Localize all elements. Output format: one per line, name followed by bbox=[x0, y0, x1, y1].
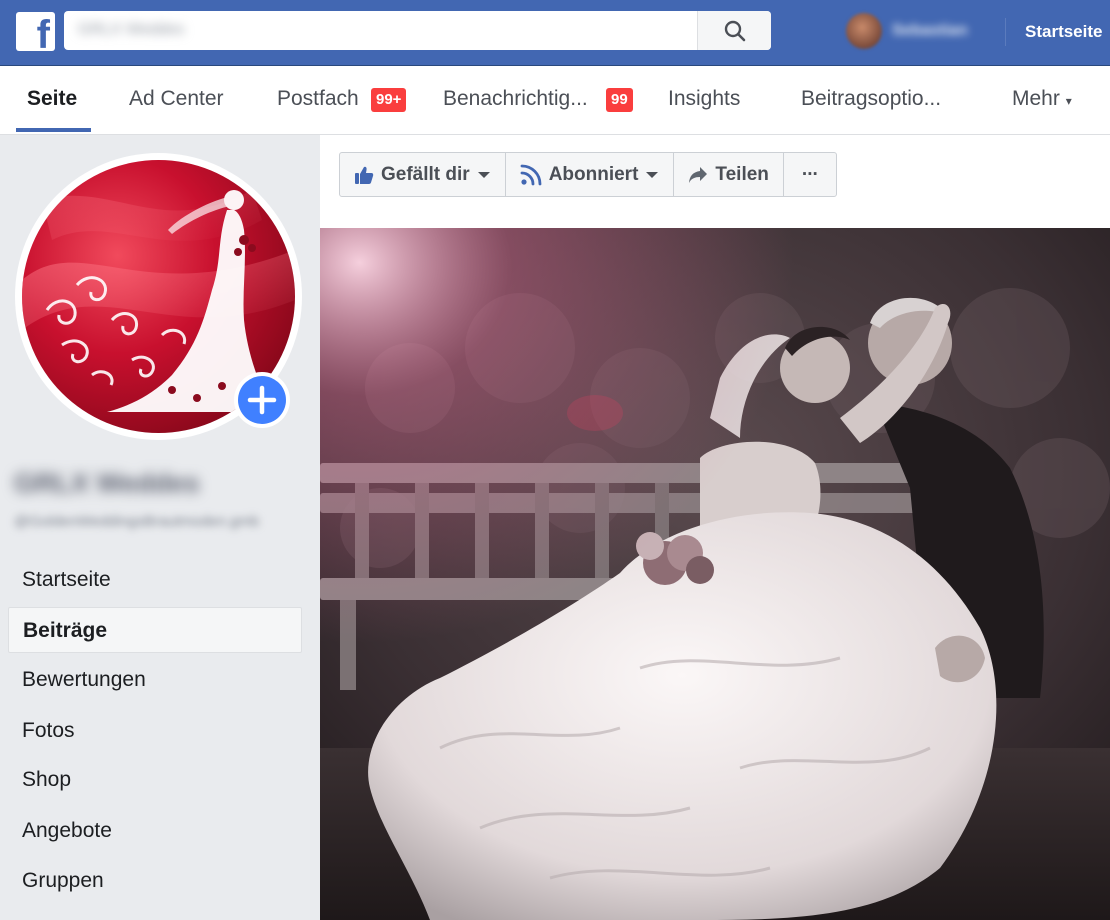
left-sidebar: GRLX Weddes @GoldenWeddingsBrautmoden.gm… bbox=[0, 135, 320, 920]
share-arrow-icon bbox=[689, 166, 708, 183]
tab-insights[interactable]: Insights bbox=[668, 87, 740, 111]
user-name-link[interactable]: Sebastian bbox=[892, 22, 968, 40]
caret-down-icon bbox=[477, 171, 490, 178]
cover-photo[interactable] bbox=[320, 228, 1110, 920]
page-action-bar: Gefällt dir Abonniert Teilen ··· bbox=[339, 152, 837, 197]
tab-seite[interactable]: Seite bbox=[27, 87, 77, 111]
sidebar-item-bewertungen[interactable]: Bewertungen bbox=[8, 657, 302, 703]
caret-down-icon bbox=[646, 171, 659, 178]
home-link[interactable]: Startseite bbox=[1025, 22, 1102, 42]
tab-notifications[interactable]: Benachrichtig... bbox=[443, 87, 588, 111]
rss-icon bbox=[520, 164, 542, 185]
sidebar-item-shop[interactable]: Shop bbox=[8, 757, 302, 803]
follow-button[interactable]: Abonniert bbox=[506, 153, 675, 196]
thumbs-up-icon bbox=[355, 166, 374, 184]
more-dots-icon: ··· bbox=[801, 163, 819, 185]
search-bar[interactable]: GRLX Weddes bbox=[64, 11, 771, 50]
divider bbox=[1005, 18, 1006, 46]
user-avatar[interactable] bbox=[846, 13, 882, 49]
sidebar-item-beitraege[interactable]: Beiträge bbox=[8, 607, 302, 653]
page-title: GRLX Weddes bbox=[14, 468, 200, 498]
main-content: Gefällt dir Abonniert Teilen ··· bbox=[320, 135, 1110, 920]
active-tab-indicator bbox=[16, 128, 91, 132]
search-input[interactable]: GRLX Weddes bbox=[78, 21, 228, 39]
sidebar-item-gruppen[interactable]: Gruppen bbox=[8, 858, 302, 904]
like-button-label: Gefällt dir bbox=[381, 163, 470, 185]
search-button[interactable] bbox=[697, 11, 771, 50]
update-photo-button[interactable] bbox=[234, 372, 290, 428]
sidebar-item-fotos[interactable]: Fotos bbox=[8, 708, 302, 754]
sidebar-item-startseite[interactable]: Startseite bbox=[8, 557, 302, 603]
follow-button-label: Abonniert bbox=[548, 163, 639, 185]
inbox-count-badge: 99+ bbox=[371, 88, 407, 112]
tab-more[interactable]: Mehr ▾ bbox=[1012, 87, 1072, 111]
tab-postfach[interactable]: Postfach bbox=[277, 87, 359, 111]
tab-post-options[interactable]: Beitragsoptio... bbox=[801, 87, 941, 111]
plus-icon bbox=[238, 376, 286, 424]
like-button[interactable]: Gefällt dir bbox=[340, 153, 506, 196]
caret-down-icon: ▾ bbox=[1065, 94, 1072, 108]
share-button[interactable]: Teilen bbox=[674, 153, 784, 196]
facebook-logo-icon[interactable]: f bbox=[16, 12, 55, 51]
search-icon bbox=[724, 20, 745, 41]
notifications-count-badge: 99 bbox=[606, 88, 633, 112]
tab-ad-center[interactable]: Ad Center bbox=[129, 87, 224, 111]
more-options-button[interactable]: ··· bbox=[784, 153, 836, 196]
page-nav: Seite Ad Center Postfach 99+ Benachricht… bbox=[0, 66, 1110, 135]
sidebar-item-angebote[interactable]: Angebote bbox=[8, 808, 302, 854]
tab-more-label: Mehr bbox=[1012, 87, 1060, 110]
share-button-label: Teilen bbox=[715, 163, 769, 185]
page-username[interactable]: @GoldenWeddingsBrautmoden.gmb bbox=[14, 513, 259, 530]
top-bar: f GRLX Weddes Sebastian Startseite bbox=[0, 0, 1110, 66]
profile-picture-frame bbox=[15, 153, 302, 440]
